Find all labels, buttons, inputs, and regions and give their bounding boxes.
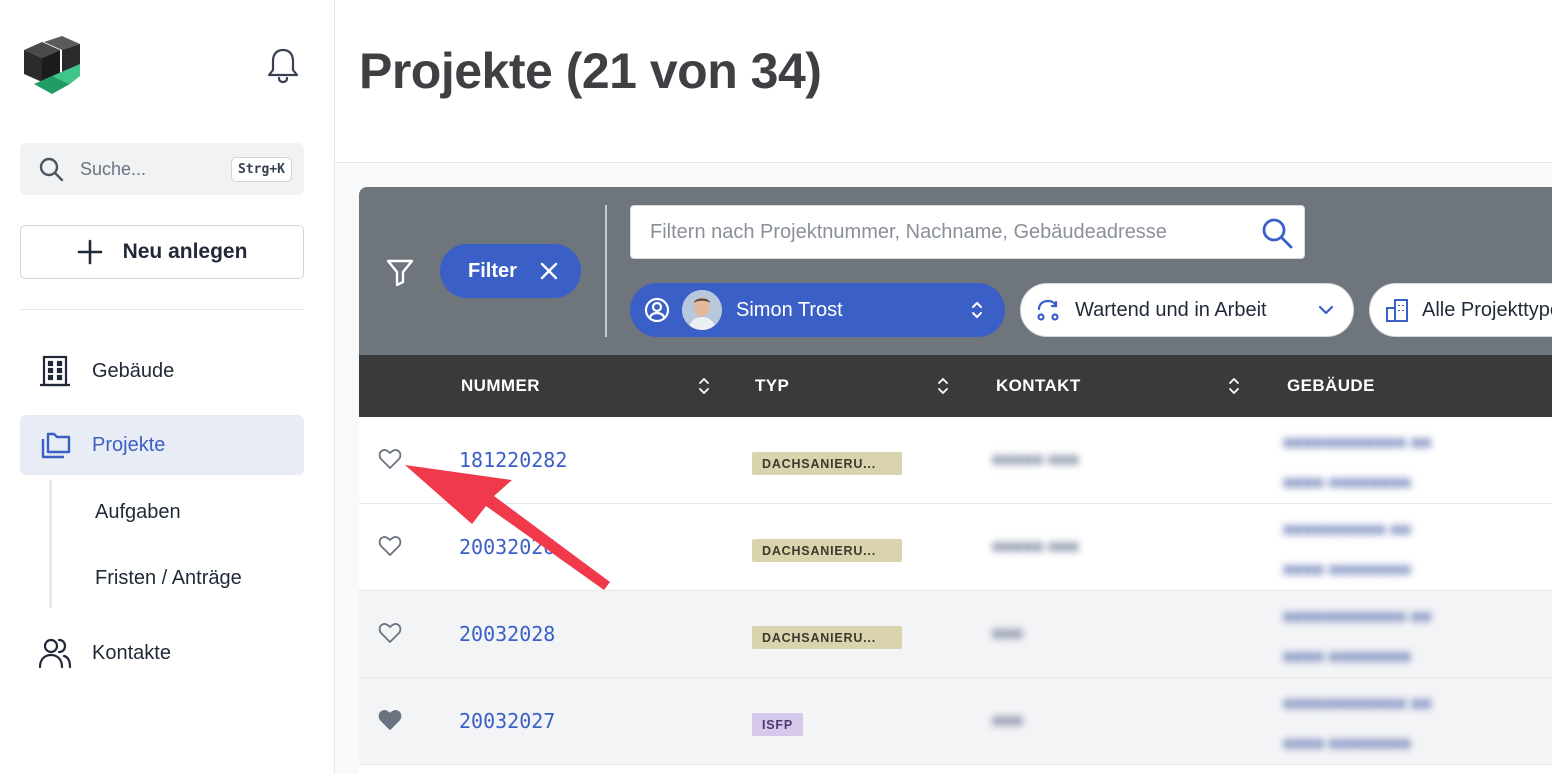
- chevron-up-down-icon: [972, 302, 982, 318]
- column-header-gebaeude[interactable]: GEBÄUDE: [1287, 355, 1375, 417]
- project-number-link[interactable]: 20032028: [459, 622, 555, 646]
- workflow-status-icon: [1037, 299, 1059, 321]
- sidebar-item-gebaeude[interactable]: Gebäude: [20, 341, 304, 401]
- selected-user-name: Simon Trost: [736, 298, 843, 321]
- table-row[interactable]: 20032028 DACHSANIERU... ■■■ ■■■■■■■■■■■■…: [359, 591, 1552, 678]
- search-shortcut-badge: Strg+K: [231, 156, 292, 182]
- avatar: [682, 290, 722, 330]
- column-header-kontakt[interactable]: KONTAKT: [996, 355, 1081, 417]
- search-icon: [39, 157, 64, 182]
- page-title: Projekte (21 von 34): [359, 43, 822, 99]
- buildings-icon: [1386, 299, 1408, 322]
- search-icon[interactable]: [1260, 216, 1294, 250]
- sidebar-subitem-aufgaben[interactable]: Aufgaben: [95, 501, 181, 524]
- column-header-typ[interactable]: TYP: [755, 355, 789, 417]
- filter-funnel-icon[interactable]: [385, 257, 415, 287]
- selected-status: Wartend und in Arbeit: [1075, 298, 1267, 321]
- projects-panel: Filter Filtern nach Projektnummer, Nachn…: [359, 187, 1552, 774]
- status-select[interactable]: Wartend und in Arbeit: [1020, 283, 1354, 337]
- filter-label: Filter: [468, 259, 517, 282]
- sort-icon[interactable]: [1227, 376, 1241, 396]
- folders-icon: [41, 432, 71, 459]
- project-number-link[interactable]: 181220282: [459, 448, 567, 472]
- contact-redacted[interactable]: ■■■: [992, 711, 1023, 731]
- project-type-badge: DACHSANIERU...: [752, 626, 902, 649]
- project-type-badge: ISFP: [752, 713, 803, 736]
- contact-redacted[interactable]: ■■■■■ ■■■: [992, 450, 1079, 470]
- chevron-down-icon: [1318, 305, 1334, 315]
- sort-icon[interactable]: [697, 376, 711, 396]
- filter-toggle-button[interactable]: Filter: [440, 244, 581, 298]
- page-header: Projekte (21 von 34): [335, 0, 1552, 163]
- new-button-label: Neu anlegen: [122, 240, 248, 263]
- column-header-nummer[interactable]: NUMMER: [461, 355, 540, 417]
- project-type-badge: DACHSANIERU...: [752, 539, 902, 562]
- main-content: Projekte (21 von 34) Filter Filtern nach…: [335, 0, 1552, 774]
- plus-icon: [77, 239, 102, 265]
- sidebar-item-projekte[interactable]: Projekte: [20, 415, 304, 475]
- filter-toolbar: Filter Filtern nach Projektnummer, Nachn…: [359, 187, 1552, 355]
- sidebar-item-label: Gebäude: [92, 359, 175, 382]
- sidebar-divider: [20, 309, 304, 310]
- sidebar: Suche... Strg+K Neu anlegen Gebäude Proj…: [0, 0, 335, 774]
- sort-icon[interactable]: [936, 376, 950, 396]
- table-row[interactable]: 20032026 DACHSANIERU... ■■■■■ ■■■ ■■■■■■…: [359, 504, 1552, 591]
- notifications-bell-icon[interactable]: [266, 46, 300, 84]
- table-row[interactable]: 20032027 ISFP ■■■ ■■■■■■■■■■■■ ■■ ■■■■ ■■…: [359, 678, 1552, 765]
- close-icon[interactable]: [539, 261, 559, 281]
- toolbar-separator: [605, 205, 607, 337]
- building-address-redacted[interactable]: ■■■■■■■■■■ ■■ ■■■■ ■■■■■■■■: [1283, 520, 1411, 580]
- project-number-link[interactable]: 20032027: [459, 709, 555, 733]
- sidebar-item-label: Projekte: [92, 433, 166, 456]
- project-filter-search[interactable]: [630, 205, 1305, 259]
- app: Suche... Strg+K Neu anlegen Gebäude Proj…: [0, 0, 1552, 774]
- selected-project-type: Alle Projekttypen: [1422, 298, 1552, 321]
- global-search[interactable]: Suche... Strg+K: [20, 143, 304, 195]
- search-placeholder: Suche...: [80, 158, 147, 179]
- favorite-heart-outline-icon[interactable]: [378, 535, 402, 557]
- subnav-indicator: [49, 480, 52, 608]
- project-type-select[interactable]: Alle Projekttypen: [1369, 283, 1552, 337]
- contact-redacted[interactable]: ■■■■■ ■■■: [992, 537, 1079, 557]
- building-icon: [40, 355, 70, 387]
- project-type-badge: DACHSANIERU...: [752, 452, 902, 475]
- sidebar-item-kontakte[interactable]: Kontakte: [20, 623, 304, 683]
- project-number-link[interactable]: 20032026: [459, 535, 555, 559]
- contact-redacted[interactable]: ■■■: [992, 624, 1023, 644]
- building-address-redacted[interactable]: ■■■■■■■■■■■■ ■■ ■■■■ ■■■■■■■■: [1283, 607, 1431, 667]
- sidebar-subitem-fristen[interactable]: Fristen / Anträge: [95, 567, 242, 590]
- building-address-redacted[interactable]: ■■■■■■■■■■■■ ■■ ■■■■ ■■■■■■■■: [1283, 694, 1431, 754]
- favorite-heart-outline-icon[interactable]: [378, 448, 402, 470]
- user-circle-icon: [644, 297, 670, 323]
- favorite-heart-filled-icon[interactable]: [378, 709, 402, 731]
- building-address-redacted[interactable]: ■■■■■■■■■■■■ ■■ ■■■■ ■■■■■■■■: [1283, 433, 1431, 493]
- users-icon: [38, 638, 72, 669]
- table-row[interactable]: 181220282 DACHSANIERU... ■■■■■ ■■■ ■■■■■…: [359, 417, 1552, 504]
- user-select[interactable]: Simon Trost: [630, 283, 1005, 337]
- project-filter-input[interactable]: [650, 220, 1250, 244]
- table-header: NUMMER TYP KONTAKT GEBÄUDE: [359, 355, 1552, 417]
- new-button[interactable]: Neu anlegen: [20, 225, 304, 279]
- sidebar-item-label: Kontakte: [92, 641, 171, 664]
- favorite-heart-outline-icon[interactable]: [378, 622, 402, 644]
- app-logo[interactable]: [20, 36, 82, 96]
